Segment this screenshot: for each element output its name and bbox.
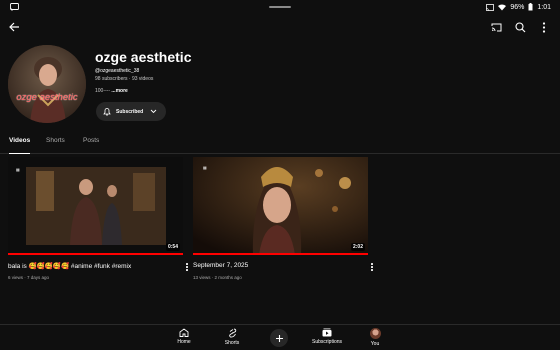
nav-you[interactable]: You xyxy=(355,328,395,347)
nav-subscriptions-label: Subscriptions xyxy=(311,339,342,345)
video-duration: 0:54 xyxy=(165,243,180,251)
watch-progress-bar xyxy=(8,253,183,255)
nav-you-label: You xyxy=(370,341,380,347)
video-title[interactable]: bala is 🥰🥰🥰🥰🥰 #anime #funk #remix xyxy=(8,262,163,270)
video-thumbnail[interactable]: ▦ 0:54 xyxy=(8,157,183,255)
channel-name: ozge aesthetic xyxy=(95,49,192,65)
upload-age: 2 months ago xyxy=(214,275,242,280)
tab-videos[interactable]: Videos xyxy=(9,137,31,154)
video-more-button[interactable] xyxy=(368,262,376,272)
channel-tabs: Videos Shorts Posts xyxy=(0,135,560,154)
status-indicators: 96% 1:01 xyxy=(486,3,551,11)
video-card[interactable]: ▦ 2:02 September 7, 2025 13 views · 2 mo… xyxy=(193,157,373,280)
nav-home[interactable]: Home xyxy=(164,328,204,345)
battery-icon xyxy=(528,3,533,11)
avatar-overlay-text: ozge aesthetic xyxy=(16,92,78,103)
video-card[interactable]: ▦ 0:54 bala is 🥰🥰🥰🥰🥰 #anime #funk #remix… xyxy=(8,157,188,280)
broadcaster-logo-icon: ▦ xyxy=(16,167,20,172)
nav-subscriptions[interactable]: Subscriptions xyxy=(307,328,347,345)
tab-shorts[interactable]: Shorts xyxy=(46,137,65,154)
tab-posts[interactable]: Posts xyxy=(83,137,99,154)
view-count: 6 views xyxy=(8,275,24,280)
thumbnail-image xyxy=(193,157,368,255)
video-thumbnail[interactable]: ▦ 2:02 xyxy=(193,157,368,255)
cast-notification-icon xyxy=(10,3,19,11)
video-meta: 13 views · 2 months ago xyxy=(193,275,242,280)
create-button[interactable] xyxy=(270,329,288,347)
upload-age: 7 days ago xyxy=(27,275,50,280)
watch-progress-bar xyxy=(193,253,368,255)
view-count: 13 views xyxy=(193,275,211,280)
thumbnail-image xyxy=(8,157,183,255)
shorts-icon xyxy=(228,328,236,338)
cast-button[interactable] xyxy=(488,19,504,35)
avatar xyxy=(369,328,381,339)
more-link[interactable]: ...more xyxy=(111,88,127,94)
battery-text: 96% xyxy=(510,3,525,11)
chevron-down-icon xyxy=(150,109,157,114)
avatar-portrait-image xyxy=(8,45,86,123)
video-count: 93 videos xyxy=(131,76,154,82)
video-title[interactable]: September 7, 2025 xyxy=(193,262,348,269)
nav-shorts-label: Shorts xyxy=(224,340,240,346)
bell-icon xyxy=(103,107,111,116)
subscribed-label: Subscribed xyxy=(116,108,144,115)
top-app-bar xyxy=(0,16,560,38)
clock: 1:01 xyxy=(537,3,551,11)
channel-description[interactable]: 100---- ...more xyxy=(95,88,128,94)
nav-shorts[interactable]: Shorts xyxy=(212,328,252,346)
cast-icon xyxy=(491,23,501,31)
arrow-back-icon xyxy=(8,22,19,32)
home-icon xyxy=(179,328,189,337)
video-duration: 2:02 xyxy=(350,243,365,251)
status-pill xyxy=(269,6,291,8)
channel-handle: @ozgeaesthetic_38 xyxy=(95,68,140,74)
subscriptions-icon xyxy=(322,328,332,337)
broadcaster-logo-icon: ▦ xyxy=(203,165,207,170)
subscribed-button[interactable]: Subscribed xyxy=(96,102,166,121)
subscriber-count: 98 subscribers xyxy=(95,76,128,82)
video-more-button[interactable] xyxy=(183,262,191,272)
video-meta: 6 views · 7 days ago xyxy=(8,275,49,280)
status-bar: 96% 1:01 xyxy=(0,0,560,14)
nav-home-label: Home xyxy=(177,339,191,345)
description-text: 100---- xyxy=(95,88,112,94)
create-icon xyxy=(275,334,283,342)
cast-status-icon xyxy=(486,3,495,11)
channel-avatar[interactable]: ozge aesthetic xyxy=(8,45,86,123)
more-vert-icon xyxy=(542,21,546,33)
back-button[interactable] xyxy=(6,19,22,35)
more-options-button[interactable] xyxy=(536,19,552,35)
wifi-icon xyxy=(498,3,507,11)
search-icon xyxy=(514,21,525,32)
channel-meta: @ozgeaesthetic_38 98 subscribers · 93 vi… xyxy=(95,67,153,83)
search-button[interactable] xyxy=(512,19,528,35)
